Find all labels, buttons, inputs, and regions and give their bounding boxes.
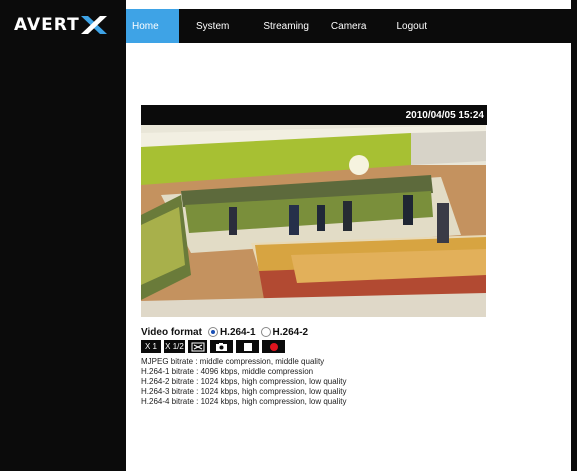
h264-2-label: H.264-2 [272,326,309,338]
snapshot-button[interactable] [210,340,233,353]
logo-x-mark-icon [80,16,107,34]
timestamp-bar: 2010/04/05 15:24 [141,105,487,125]
right-border [571,0,577,471]
stream-info: MJPEG bitrate : middle compression, midd… [141,357,487,407]
logo-text: AVERT [14,15,80,35]
record-button[interactable] [262,340,285,353]
camera-icon [216,342,227,351]
nav-logout[interactable]: Logout [391,9,440,43]
zoom-half-button[interactable]: X 1/2 [164,340,185,353]
nav-system[interactable]: System [190,9,241,43]
avertx-logo: AVERT [14,15,107,35]
stop-icon [243,342,252,351]
stream-info-line: H.264-1 bitrate : 4096 kbps, middle comp… [141,367,314,376]
video-image [141,125,486,317]
fit-screen-button[interactable] [188,340,207,353]
stop-button[interactable] [236,340,259,353]
stream-info-line: H.264-4 bitrate : 1024 kbps, high compre… [141,397,347,406]
stream-info-line: H.264-2 bitrate : 1024 kbps, high compre… [141,377,347,386]
video-format-row: Video format H.264-1 H.264-2 [141,326,487,338]
video-format-label: Video format [141,326,202,338]
live-video-panel: 2010/04/05 15:24 [141,105,487,317]
nav-camera[interactable]: Camera [325,9,379,43]
zoom-1x-button[interactable]: X 1 [141,340,161,353]
nav-home[interactable]: Home [126,9,179,43]
h264-1-label: H.264-1 [219,326,256,338]
video-timestamp: 2010/04/05 15:24 [405,109,484,121]
h264-1-radio[interactable] [207,327,218,337]
left-sidebar [0,0,126,471]
video-toolbar: X 1 X 1/2 [141,340,487,353]
live-video-frame[interactable] [141,125,486,317]
nav-streaming[interactable]: Streaming [257,9,321,43]
h264-2-radio[interactable] [260,327,271,337]
record-icon [269,342,278,351]
fit-screen-icon [191,342,204,351]
main-nav: Home System Streaming Camera Logout [126,9,439,43]
stream-info-line: H.264-3 bitrate : 1024 kbps, high compre… [141,387,347,396]
stream-info-line: MJPEG bitrate : middle compression, midd… [141,357,325,366]
video-controls: Video format H.264-1 H.264-2 X 1 X 1/2 M… [141,326,487,407]
